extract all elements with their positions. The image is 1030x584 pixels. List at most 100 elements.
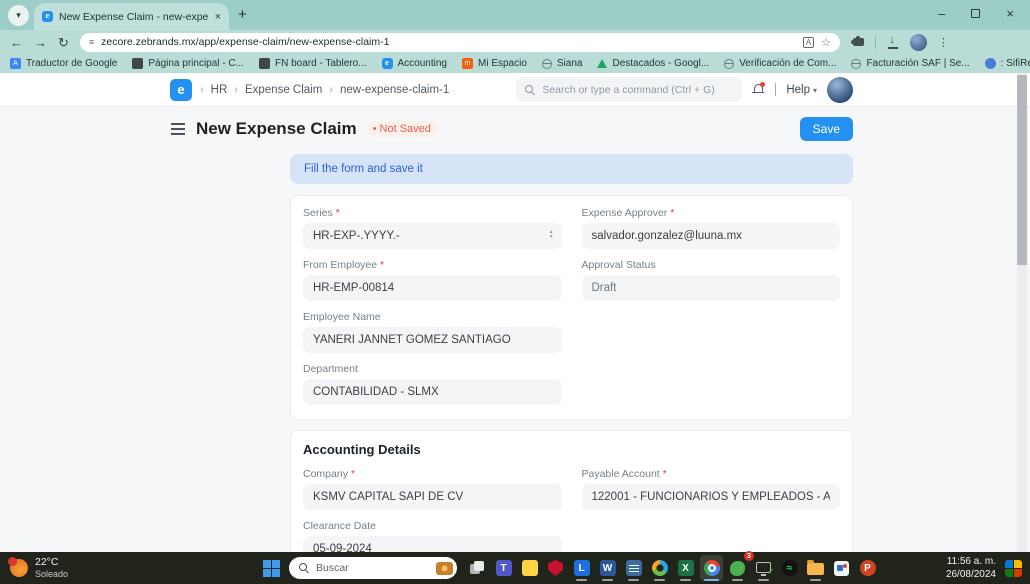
bookmark-traductor[interactable]: Traductor de Google xyxy=(10,58,117,69)
bookmark-destacados[interactable]: Destacados - Googl... xyxy=(597,58,709,69)
browser-menu-icon[interactable] xyxy=(938,36,949,49)
taskbar-weather-widget[interactable]: 22°C Soleado xyxy=(0,556,263,579)
back-button[interactable]: ← xyxy=(10,36,23,49)
app-header: HR Expense Claim new-expense-claim-1 Hel… xyxy=(0,73,1030,107)
spotify-button[interactable] xyxy=(778,555,801,581)
bookmark-sifireceptoria[interactable]: : SifiReceptoria : xyxy=(984,58,1030,69)
green-hand-icon xyxy=(730,560,745,576)
extensions-icon[interactable] xyxy=(850,36,864,46)
notifications-button[interactable] xyxy=(752,82,766,96)
downloads-icon[interactable] xyxy=(887,34,899,49)
bookmark-facturacion[interactable]: Facturación SAF | Se... xyxy=(851,58,970,69)
sticky-notes-icon xyxy=(521,560,538,576)
series-label: Series xyxy=(303,207,562,219)
excel-button[interactable]: X xyxy=(674,555,697,581)
series-select[interactable]: HR-EXP-.YYYY.- xyxy=(303,223,562,249)
snip-tool-button[interactable] xyxy=(830,555,853,581)
new-tab-button[interactable] xyxy=(238,6,247,23)
site-info-icon[interactable] xyxy=(89,37,94,47)
bookmark-verificacion[interactable]: Verificación de Com... xyxy=(724,58,836,69)
bookmark-star-icon[interactable] xyxy=(821,36,831,49)
bookmark-pagina-principal[interactable]: Página principal - C... xyxy=(132,58,244,69)
from-employee-input[interactable] xyxy=(303,275,562,301)
task-view-icon xyxy=(470,560,485,576)
address-bar[interactable]: zecore.zebrands.mx/app/expense-claim/new… xyxy=(79,32,840,52)
search-icon xyxy=(299,563,309,573)
mcafee-button[interactable] xyxy=(544,555,567,581)
window-minimize-button[interactable] xyxy=(938,6,945,21)
powerpoint-button[interactable] xyxy=(856,555,879,581)
save-button[interactable]: Save xyxy=(799,117,853,141)
visual-search-icon[interactable] xyxy=(436,561,453,575)
tab-search-button[interactable] xyxy=(8,5,29,26)
sun-weather-icon xyxy=(8,556,28,577)
payable-account-field: Payable Account xyxy=(581,468,840,510)
app-search-bar[interactable] xyxy=(516,77,743,102)
bookmark-label: Traductor de Google xyxy=(26,58,118,69)
company-input[interactable] xyxy=(303,484,562,510)
window-close-button[interactable] xyxy=(1006,6,1014,21)
file-explorer-button[interactable] xyxy=(804,555,827,581)
bookmark-accounting[interactable]: Accounting xyxy=(381,58,447,69)
taskbar-search-box[interactable] xyxy=(289,557,457,579)
taskbar-clock[interactable]: 11:56 a. m. 26/08/2024 xyxy=(946,555,996,581)
chrome-button[interactable] xyxy=(700,555,723,581)
bookmark-label: Destacados - Googl... xyxy=(612,58,710,69)
bookmark-label: Facturación SAF | Se... xyxy=(866,58,970,69)
breadcrumb-separator xyxy=(200,84,204,96)
clock-date: 26/08/2024 xyxy=(945,569,996,580)
breadcrumb-hr[interactable]: HR xyxy=(211,84,228,96)
breadcrumb-expense-claim[interactable]: Expense Claim xyxy=(245,84,322,96)
app-search-input[interactable] xyxy=(542,83,734,96)
spotify-icon xyxy=(781,560,798,576)
start-button[interactable] xyxy=(263,559,280,577)
expense-approver-label: Expense Approver xyxy=(582,207,841,219)
bookmark-mi-espacio[interactable]: Mi Espacio xyxy=(461,58,527,69)
window-controls xyxy=(938,6,1014,21)
approval-status-field: Approval Status Draft xyxy=(581,259,840,301)
browser-profile-avatar[interactable] xyxy=(909,33,927,51)
sticky-notes-button[interactable] xyxy=(518,555,541,581)
header-divider xyxy=(775,83,777,96)
widgets-icon[interactable] xyxy=(1005,559,1022,577)
calculator-app-button[interactable] xyxy=(622,555,645,581)
reload-button[interactable]: ↻ xyxy=(58,36,69,49)
bookmark-fn-board[interactable]: FN board - Tablero... xyxy=(258,58,367,69)
browser-tab[interactable]: New Expense Claim - new-expe xyxy=(34,3,229,30)
expense-approver-input[interactable] xyxy=(581,223,840,249)
windows-taskbar: 22°C Soleado T L W X 3 11:56 a. m. 26/08… xyxy=(0,551,1030,584)
l-app-button[interactable]: L xyxy=(570,555,593,581)
bookmark-label: Accounting xyxy=(397,58,447,69)
mcafee-shield-icon xyxy=(548,560,563,576)
donut-chart-app-button[interactable] xyxy=(648,555,671,581)
breadcrumb-separator xyxy=(329,84,333,96)
department-label: Department xyxy=(303,363,358,375)
department-input[interactable] xyxy=(303,379,562,405)
word-button[interactable]: W xyxy=(596,555,619,581)
taskbar-search-input[interactable] xyxy=(316,562,412,574)
app-logo[interactable] xyxy=(170,78,192,101)
payable-account-input[interactable] xyxy=(581,484,840,510)
tab-close-icon[interactable] xyxy=(215,11,221,23)
approval-status-select[interactable]: Draft xyxy=(581,275,840,301)
teams-button[interactable]: T xyxy=(492,555,515,581)
window-maximize-button[interactable] xyxy=(971,9,981,18)
bookmark-label: Página principal - C... xyxy=(148,58,244,69)
pc-status-button[interactable] xyxy=(752,555,775,581)
translate-icon[interactable] xyxy=(803,36,815,48)
url-text[interactable]: zecore.zebrands.mx/app/expense-claim/new… xyxy=(101,36,796,48)
employee-name-input[interactable] xyxy=(303,327,562,353)
sidebar-toggle-icon[interactable] xyxy=(171,123,185,135)
user-avatar[interactable] xyxy=(827,76,853,103)
employee-name-field: Employee Name xyxy=(303,311,562,353)
bookmark-siana[interactable]: Siana xyxy=(541,58,582,69)
word-icon: W xyxy=(599,560,616,576)
green-app-button[interactable]: 3 xyxy=(726,551,754,581)
page-scrollbar-thumb[interactable] xyxy=(1017,75,1027,265)
forward-button[interactable]: → xyxy=(34,36,47,49)
expense-approver-field: Expense Approver xyxy=(581,207,841,249)
task-view-button[interactable] xyxy=(466,555,489,581)
clearance-date-input[interactable] xyxy=(303,536,562,552)
clock-time: 11:56 a. m. xyxy=(946,556,996,567)
help-menu[interactable]: Help xyxy=(786,84,817,96)
